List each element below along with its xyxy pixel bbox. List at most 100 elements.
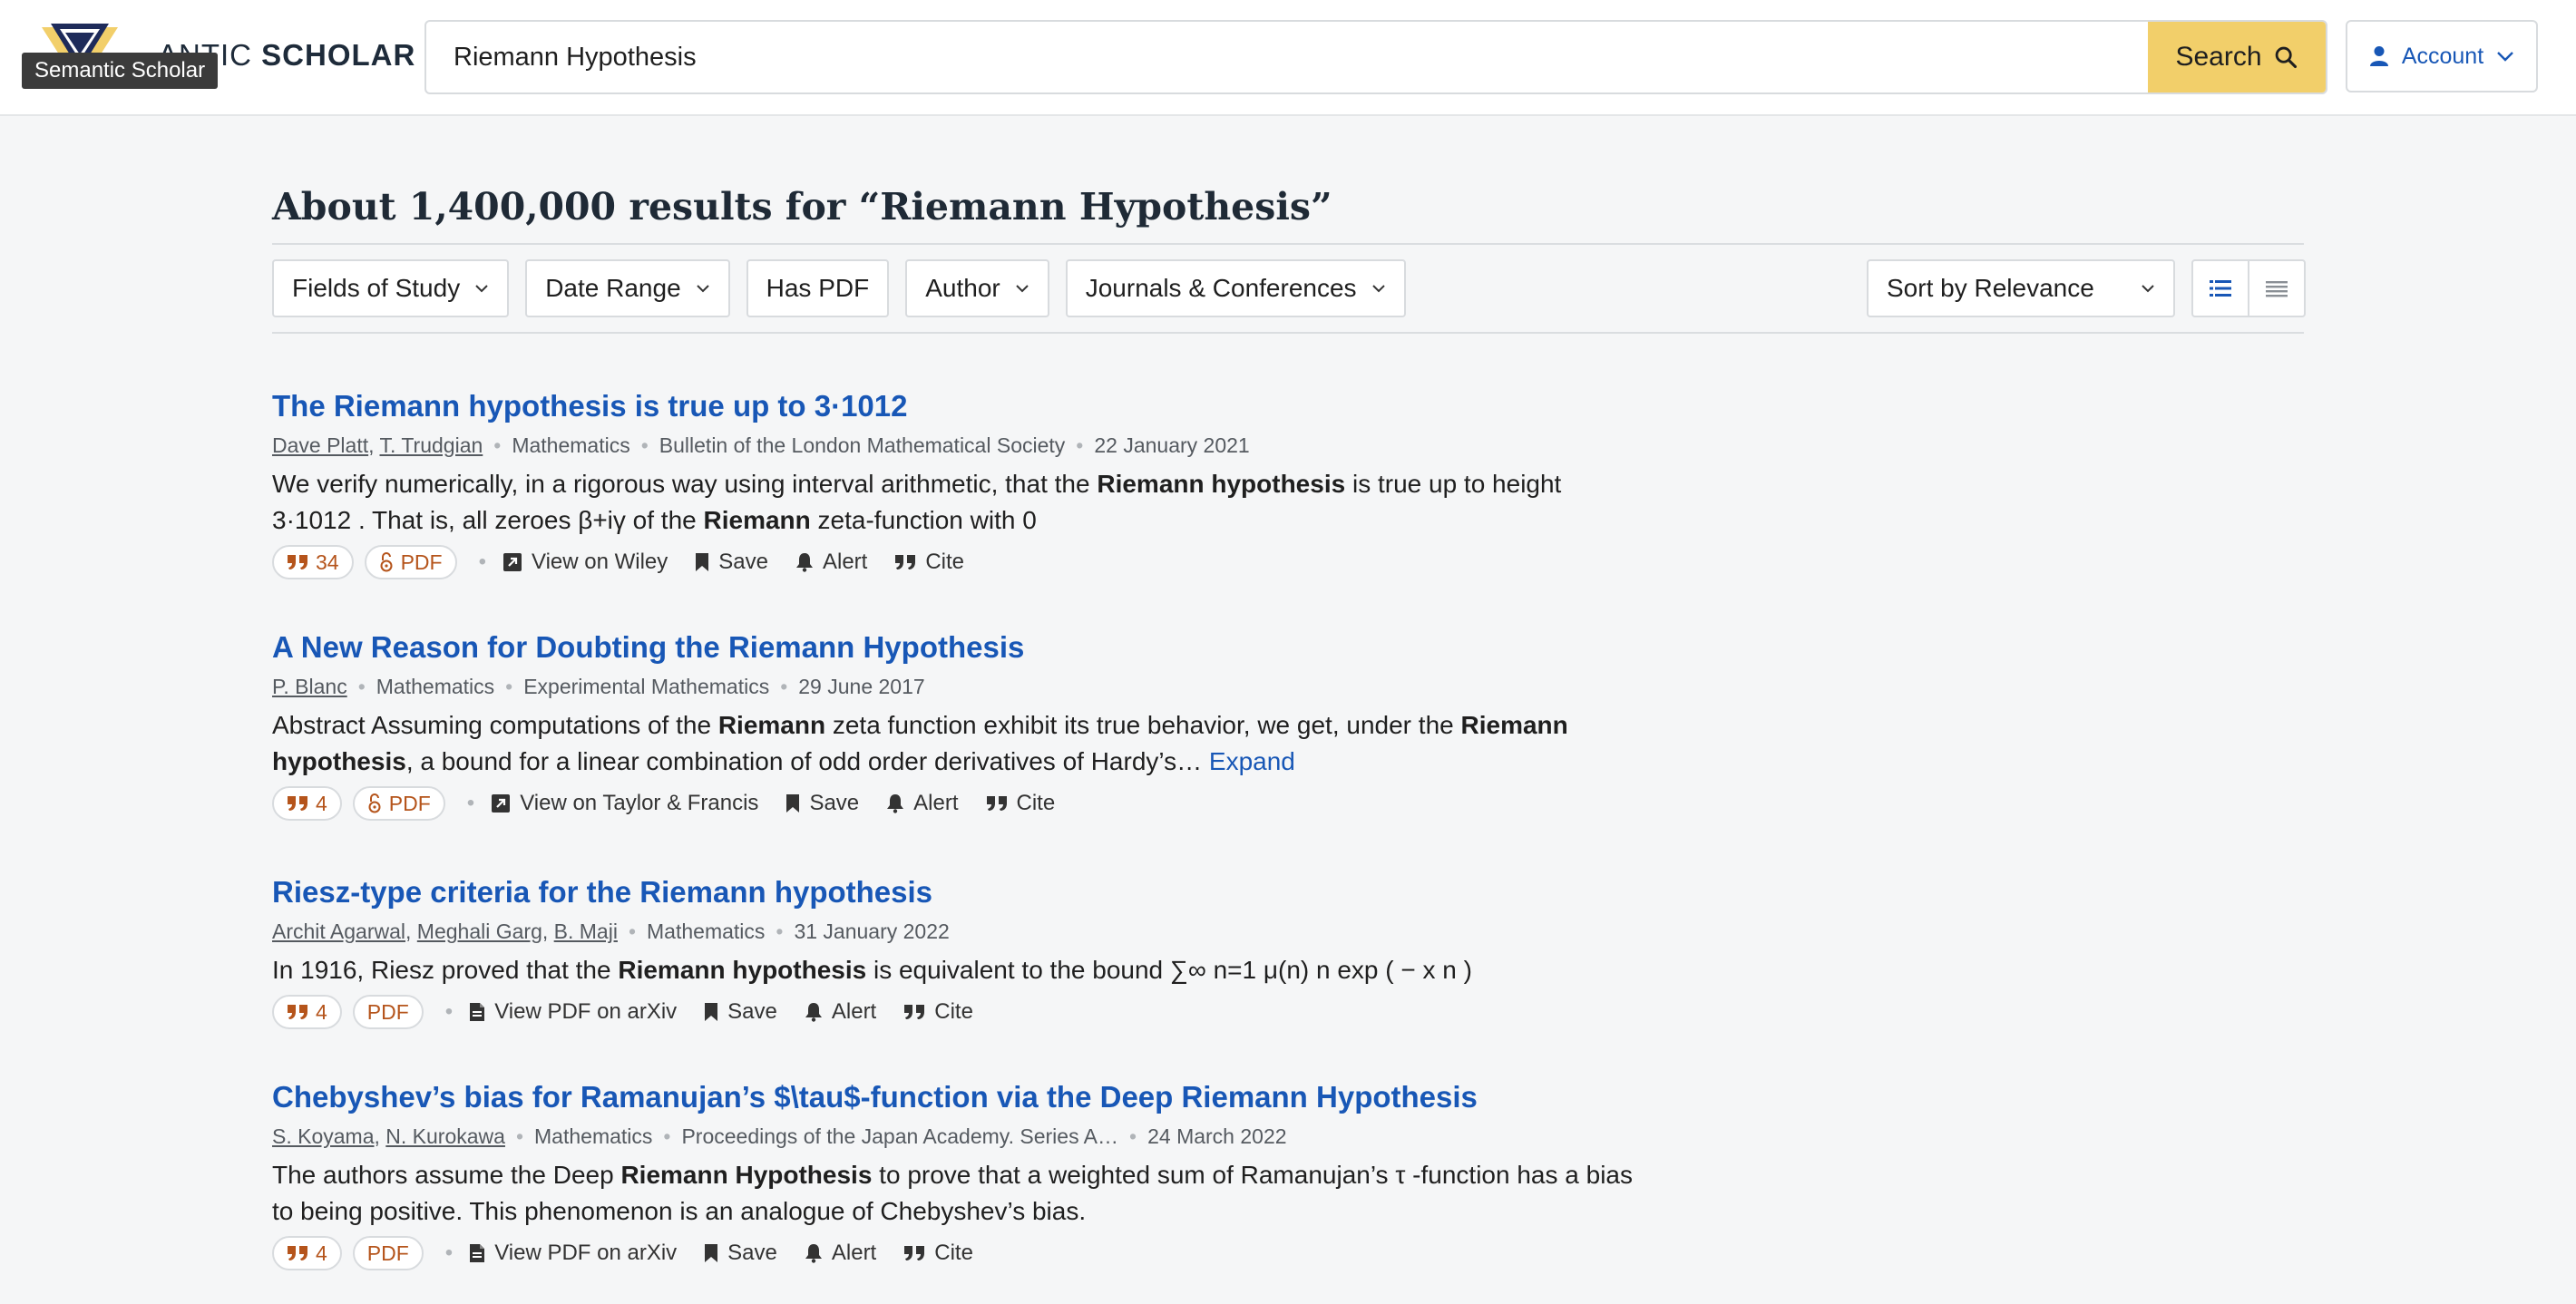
search-result: A New Reason for Doubting the Riemann Hy… xyxy=(272,629,1633,822)
alert-button[interactable]: Alert xyxy=(795,550,867,575)
field-of-study: Mathematics xyxy=(647,920,766,943)
paper-actions: 4 PDF • View PDF on arXiv Save Alert Cit… xyxy=(272,1235,1633,1271)
bell-icon xyxy=(805,1244,822,1263)
paper-title-link[interactable]: Riesz-type criteria for the Riemann hypo… xyxy=(272,874,1633,910)
chevron-down-icon xyxy=(2497,52,2514,62)
filter-label: Date Range xyxy=(545,274,681,302)
paper-meta: Dave Platt, T. Trudgian • Mathematics • Bull… xyxy=(272,433,1250,457)
pdf-button[interactable]: PDF xyxy=(352,786,445,821)
quote-icon xyxy=(895,555,916,569)
paper-meta: P. Blanc • Mathematics • Experimental Mathem… xyxy=(272,675,925,698)
paper-title-link[interactable]: A New Reason for Doubting the Riemann Hy… xyxy=(272,629,1633,666)
save-button[interactable]: Save xyxy=(704,1241,777,1266)
pdf-button[interactable]: PDF xyxy=(364,545,457,579)
alert-button[interactable]: Alert xyxy=(805,999,876,1025)
quote-icon xyxy=(288,1005,307,1019)
list-condensed-icon xyxy=(2266,281,2288,297)
citation-count-button[interactable]: 34 xyxy=(272,545,354,579)
filter-label: Fields of Study xyxy=(292,274,461,302)
view-on-publisher-link[interactable]: View on Taylor & Francis xyxy=(491,791,758,816)
paper-actions: 34 PDF • View on Wiley Save Alert Cite xyxy=(272,544,1633,580)
save-button[interactable]: Save xyxy=(704,999,777,1025)
author-link[interactable]: Meghali Garg xyxy=(417,920,542,943)
citation-count: 34 xyxy=(316,550,339,574)
filter-author[interactable]: Author xyxy=(905,259,1049,317)
save-label: Save xyxy=(727,1241,777,1265)
cite-button[interactable]: Cite xyxy=(986,791,1056,816)
paper-meta: Archit Agarwal, Meghali Garg, B. Maji • Ma… xyxy=(272,920,950,943)
view-on-publisher-link[interactable]: View on Wiley xyxy=(503,550,668,575)
bookmark-icon xyxy=(705,1003,718,1021)
save-button[interactable]: Save xyxy=(695,550,768,575)
view-pdf-link[interactable]: View PDF on arXiv xyxy=(469,999,677,1025)
author-link[interactable]: T. Trudgian xyxy=(379,433,483,457)
alert-button[interactable]: Alert xyxy=(886,791,959,816)
paper-abstract: We verify numerically, in a rigorous way… xyxy=(272,470,1562,534)
divider xyxy=(272,243,2304,245)
bell-icon xyxy=(887,794,904,813)
quote-icon xyxy=(904,1246,925,1260)
paper-title-link[interactable]: Chebyshev’s bias for Ramanujan’s $\tau$-… xyxy=(272,1079,1633,1115)
cite-button[interactable]: Cite xyxy=(903,1241,973,1266)
paper-actions: 4 PDF • View PDF on arXiv Save Alert Cit… xyxy=(272,994,1633,1030)
cite-button[interactable]: Cite xyxy=(894,550,964,575)
author-link[interactable]: P. Blanc xyxy=(272,675,347,698)
author-link[interactable]: B. Maji xyxy=(554,920,618,943)
pdf-label: PDF xyxy=(388,791,431,815)
paper-title-link[interactable]: The Riemann hypothesis is true up to 3·1… xyxy=(272,388,1633,424)
view-toggle xyxy=(2191,259,2306,317)
save-button[interactable]: Save xyxy=(785,791,859,816)
alert-label: Alert xyxy=(831,999,877,1024)
search-input[interactable] xyxy=(454,22,2104,92)
quote-icon xyxy=(288,796,307,811)
filter-date-range[interactable]: Date Range xyxy=(525,259,730,317)
filter-label: Journals & Conferences xyxy=(1085,274,1357,302)
search-result: Chebyshev’s bias for Ramanujan’s $\tau$-… xyxy=(272,1079,1633,1271)
author-link[interactable]: N. Kurokawa xyxy=(385,1124,505,1148)
cite-button[interactable]: Cite xyxy=(903,999,973,1025)
semantic-scholar-logo[interactable]: ANTIC SCHOLAR Semantic Scholar xyxy=(22,20,415,96)
account-menu-button[interactable]: Account xyxy=(2346,20,2538,92)
filter-bar: Fields of Study Date Range Has PDF Autho… xyxy=(272,259,1406,317)
pdf-button[interactable]: PDF xyxy=(352,1236,424,1270)
view-pdf-link[interactable]: View PDF on arXiv xyxy=(469,1241,677,1266)
filter-fields-of-study[interactable]: Fields of Study xyxy=(272,259,510,317)
chevron-down-icon xyxy=(696,285,709,293)
citation-count: 4 xyxy=(316,1241,327,1265)
alert-label: Alert xyxy=(913,791,959,815)
external-link-icon xyxy=(503,553,522,571)
paper-actions: 4 PDF • View on Taylor & Francis Save Al… xyxy=(272,785,1633,822)
citation-count-button[interactable]: 4 xyxy=(272,1236,342,1270)
view-link-label: View on Taylor & Francis xyxy=(520,791,759,815)
search-result: The Riemann hypothesis is true up to 3·1… xyxy=(272,388,1633,580)
publication-date: 24 March 2022 xyxy=(1147,1124,1287,1148)
alert-label: Alert xyxy=(822,550,868,574)
author-link[interactable]: S. Koyama xyxy=(272,1124,375,1148)
cite-label: Cite xyxy=(1016,791,1056,815)
alert-button[interactable]: Alert xyxy=(805,1241,876,1266)
logo-tooltip: Semantic Scholar xyxy=(22,53,219,89)
field-of-study: Mathematics xyxy=(376,675,495,698)
top-header: ANTIC SCHOLAR Semantic Scholar Search Ac… xyxy=(0,0,2576,116)
citation-count-button[interactable]: 4 xyxy=(272,995,342,1029)
bookmark-icon xyxy=(705,1244,718,1262)
citation-count: 4 xyxy=(316,791,327,815)
pdf-label: PDF xyxy=(366,1241,409,1265)
field-of-study: Mathematics xyxy=(512,433,630,457)
condensed-view-button[interactable] xyxy=(2248,261,2304,316)
expand-abstract-link[interactable]: Expand xyxy=(1209,747,1295,775)
paper-abstract: The authors assume the Deep Riemann Hypo… xyxy=(272,1161,1633,1225)
search-result: Riesz-type criteria for the Riemann hypo… xyxy=(272,874,1633,1030)
pdf-button[interactable]: PDF xyxy=(352,995,424,1029)
sort-dropdown[interactable]: Sort by Relevance xyxy=(1867,259,2175,317)
filter-journals-conferences[interactable]: Journals & Conferences xyxy=(1065,259,1406,317)
author-link[interactable]: Dave Platt xyxy=(272,433,368,457)
filter-label: Author xyxy=(925,274,1000,302)
expanded-view-button[interactable] xyxy=(2193,261,2248,316)
citation-count-button[interactable]: 4 xyxy=(272,786,342,821)
author-link[interactable]: Archit Agarwal xyxy=(272,920,405,943)
cite-label: Cite xyxy=(934,1241,973,1265)
filter-has-pdf[interactable]: Has PDF xyxy=(746,259,890,317)
list-expanded-icon xyxy=(2210,280,2231,297)
search-button[interactable]: Search xyxy=(2148,22,2326,92)
